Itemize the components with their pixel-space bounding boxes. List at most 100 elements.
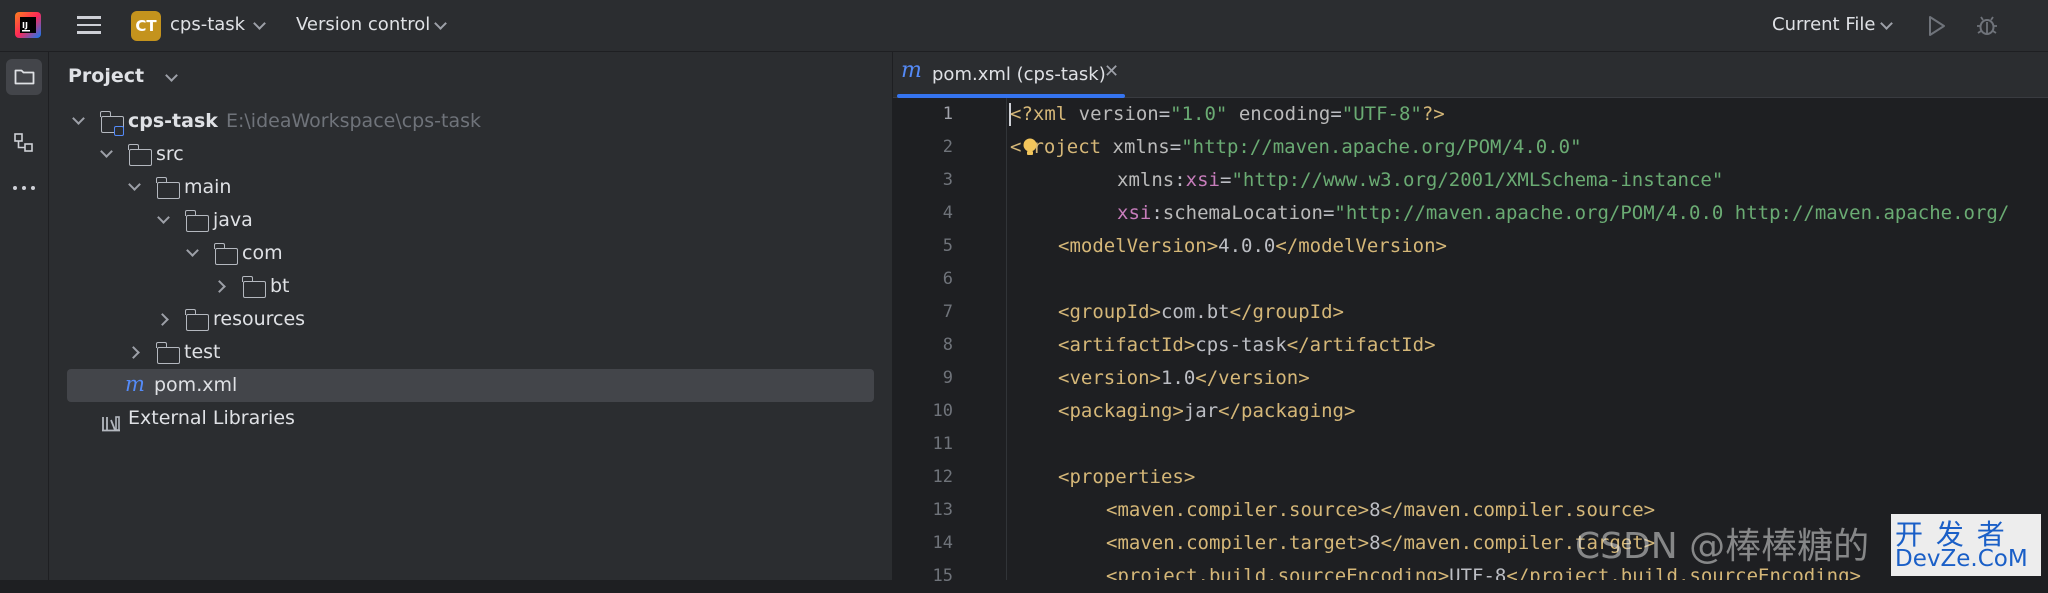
main-menu-icon[interactable] xyxy=(77,15,101,35)
package-folder-icon xyxy=(242,276,266,298)
tree-item-label: cps-task xyxy=(128,110,218,132)
code-line-4: xsi:schemaLocation="http://maven.apache.… xyxy=(1117,202,2010,224)
project-switcher[interactable]: CT cps-task xyxy=(131,9,271,43)
chevron-down-icon xyxy=(128,178,141,191)
chevron-down-icon xyxy=(186,244,199,257)
run-configuration-selector[interactable]: Current File xyxy=(1772,9,1896,43)
tree-item-cps-task[interactable]: cps-task E:\ideaWorkspace\cps-task xyxy=(49,105,892,138)
watermark-logo: 开 发 者 DevZe.CoM xyxy=(1891,514,2041,576)
line-number: 11 xyxy=(932,434,953,454)
libraries-icon xyxy=(101,410,121,432)
tree-item-label: External Libraries xyxy=(128,407,295,429)
tree-item-resources[interactable]: resources xyxy=(49,303,892,336)
project-badge: CT xyxy=(131,11,161,41)
intention-bulb-icon[interactable] xyxy=(1022,138,1038,158)
maven-file-icon: m xyxy=(901,58,922,83)
code-line-7: <groupId>com.bt</groupId> xyxy=(1058,301,1344,323)
tree-item-label: resources xyxy=(213,308,306,330)
tree-item-java[interactable]: java xyxy=(49,204,892,237)
version-control-widget[interactable]: Version control xyxy=(296,9,456,43)
tree-item-label: test xyxy=(184,341,221,363)
line-number: 15 xyxy=(932,566,953,586)
tree-item-label: src xyxy=(156,143,184,165)
package-folder-icon xyxy=(214,243,238,265)
run-icon[interactable] xyxy=(1927,15,1947,37)
chevron-down-icon xyxy=(100,145,113,158)
code-line-2: < roject xmlns="http://maven.apache.org/P… xyxy=(1010,136,1582,158)
code-line-5: <modelVersion>4.0.0</modelVersion> xyxy=(1058,235,1447,257)
code-line-13: <maven.compiler.source>8</maven.compiler… xyxy=(1106,499,1656,521)
code-line-8: <artifactId>cps-task</artifactId> xyxy=(1058,334,1436,356)
folder-icon xyxy=(156,342,180,364)
close-icon[interactable]: ✕ xyxy=(1104,61,1119,82)
tool-window-strip xyxy=(0,52,49,580)
editor-tab-bar: m pom.xml (cps-task) ✕ xyxy=(893,52,2048,98)
chevron-down-icon xyxy=(1880,17,1893,30)
resources-folder-icon xyxy=(185,309,209,331)
line-number: 9 xyxy=(942,368,953,388)
chevron-down-icon xyxy=(165,69,178,82)
chevron-right-icon xyxy=(156,313,169,326)
run-configuration-label: Current File xyxy=(1772,14,1876,35)
tree-item-label: com xyxy=(242,242,283,264)
source-folder-icon xyxy=(185,210,209,232)
chevron-right-icon xyxy=(213,280,226,293)
code-line-3: xmlns:xsi="http://www.w3.org/2001/XMLSch… xyxy=(1117,169,1724,191)
chevron-down-icon xyxy=(253,17,266,30)
project-name: cps-task xyxy=(170,14,246,35)
tree-item-external-libraries[interactable]: External Libraries xyxy=(49,402,892,435)
tree-item-bt[interactable]: bt xyxy=(49,270,892,303)
tree-item-src[interactable]: src xyxy=(49,138,892,171)
code-line-14: <maven.compiler.target>8</maven.compiler… xyxy=(1106,532,1656,554)
chevron-down-icon xyxy=(72,112,85,125)
project-tool-window: Project cps-task E:\ideaWorkspace\cps-ta… xyxy=(49,52,893,580)
line-number: 13 xyxy=(932,500,953,520)
project-tool-button[interactable] xyxy=(6,59,42,95)
debug-icon[interactable] xyxy=(1975,13,1999,37)
line-number: 7 xyxy=(942,302,953,322)
tree-item-path-hint: E:\ideaWorkspace\cps-task xyxy=(226,110,481,132)
line-number: 12 xyxy=(932,467,953,487)
project-panel-title: Project xyxy=(68,65,145,87)
line-number: 1 xyxy=(942,104,953,124)
tree-item-test[interactable]: test xyxy=(49,336,892,369)
editor-tab-pom-xml[interactable]: m pom.xml (cps-task) ✕ xyxy=(893,52,1129,98)
code-area[interactable]: <?xml version="1.0" encoding="UTF-8"?> <… xyxy=(1008,98,2048,580)
chevron-down-icon xyxy=(434,17,447,30)
tree-item-main[interactable]: main xyxy=(49,171,892,204)
more-tools-icon[interactable] xyxy=(12,185,36,193)
line-number: 6 xyxy=(942,269,953,289)
line-number: 4 xyxy=(942,203,953,223)
editor-gutter: 1 2 3 4 5 6 7 8 9 10 11 12 13 14 15 xyxy=(893,98,1003,586)
project-panel-header[interactable]: Project xyxy=(68,60,268,94)
tree-item-label: main xyxy=(184,176,232,198)
title-bar: IJ CT cps-task Version control Current F… xyxy=(0,0,2048,52)
maven-file-icon: m xyxy=(125,372,145,396)
structure-tool-icon[interactable] xyxy=(13,132,35,154)
line-number: 8 xyxy=(942,335,953,355)
watermark-logo-line2: DevZe.CoM xyxy=(1895,546,2028,572)
gutter-divider xyxy=(1006,98,1007,580)
code-line-12: <properties> xyxy=(1058,466,1196,488)
watermark-text: CSDN @棒棒糖的 xyxy=(1575,526,1870,567)
chevron-down-icon xyxy=(157,211,170,224)
tree-item-label: bt xyxy=(270,275,290,297)
tab-title: pom.xml (cps-task) xyxy=(932,64,1106,85)
app-logo-icon[interactable]: IJ xyxy=(14,11,42,39)
version-control-label: Version control xyxy=(296,14,431,35)
line-number: 10 xyxy=(932,401,953,421)
editor-area: m pom.xml (cps-task) ✕ 1 2 3 4 5 6 7 8 9… xyxy=(893,52,2048,586)
line-number: 3 xyxy=(942,170,953,190)
tree-item-label: pom.xml xyxy=(154,374,238,396)
code-line-10: <packaging>jar</packaging> xyxy=(1058,400,1356,422)
line-number: 2 xyxy=(942,137,953,157)
code-line-1: <?xml version="1.0" encoding="UTF-8"?> xyxy=(1010,103,1445,125)
chevron-right-icon xyxy=(127,346,140,359)
line-number: 14 xyxy=(932,533,953,553)
tree-item-label: java xyxy=(213,209,253,231)
line-number: 5 xyxy=(942,236,953,256)
module-badge-icon xyxy=(114,126,124,136)
tree-item-pom-xml[interactable]: m pom.xml xyxy=(67,369,874,402)
svg-text:IJ: IJ xyxy=(22,21,28,30)
tree-item-com[interactable]: com xyxy=(49,237,892,270)
